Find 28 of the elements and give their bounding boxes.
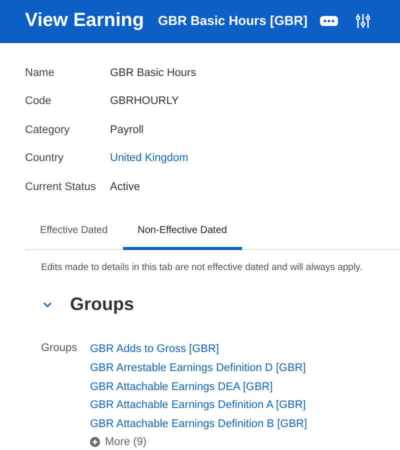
field-link[interactable]: United Kingdom [110, 150, 188, 167]
section-title: Groups [70, 293, 134, 316]
filter-settings-icon[interactable] [356, 13, 370, 29]
group-link[interactable]: GBR Arrestable Earnings Definition D [GBR] [90, 358, 308, 378]
field-label: Country [25, 151, 65, 166]
more-options-button[interactable] [320, 16, 338, 26]
tab[interactable]: Non-Effective Dated [122, 214, 242, 250]
field-label: Groups [41, 341, 78, 356]
group-link[interactable]: GBR Attachable Earnings Definition A [GBR] [90, 396, 308, 416]
field-label: Current Status [25, 180, 97, 194]
field-value: GBRHOURLY [110, 94, 179, 110]
field-value: GBR Basic Hours [110, 66, 196, 81]
group-link[interactable]: GBR Attachable Earnings DEA [GBR] [90, 378, 308, 396]
group-link[interactable]: GBR Attachable Earnings Definition B [GBR] [90, 415, 308, 434]
field-label: Name [25, 66, 56, 81]
field-label: Code [25, 94, 52, 110]
page-title: View Earning [25, 8, 144, 33]
info-text: Edits made to details in this tab are not effective dated and will always apply. [41, 260, 364, 275]
field-label: Category [25, 122, 71, 138]
field-value: Payroll [110, 122, 144, 138]
tab[interactable]: Effective Dated [25, 214, 123, 250]
field-value: Active [110, 180, 140, 194]
dots-icon [322, 19, 334, 23]
plus-icon [90, 436, 100, 447]
more-button[interactable]: More (9) [90, 434, 147, 450]
group-link[interactable]: GBR Adds to Gross [GBR] [90, 340, 308, 359]
page-subtitle: GBR Basic Hours [GBR] [158, 12, 308, 30]
collapse-caret-icon[interactable] [43, 302, 53, 308]
